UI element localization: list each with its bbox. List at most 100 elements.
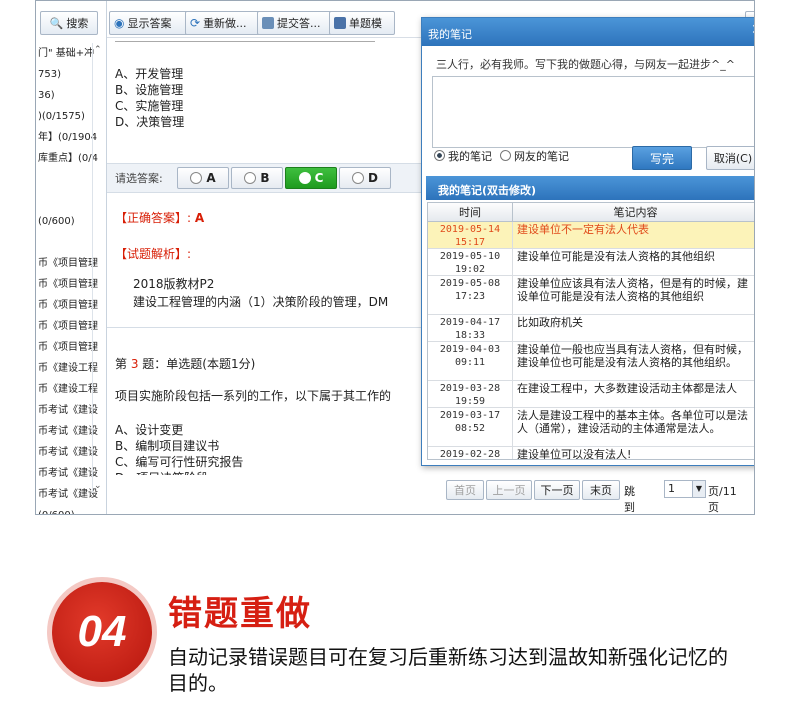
question-3-stem: 项目实施阶段包括一系列的工作，以下属于其工作的 xyxy=(115,389,392,403)
note-time: 19:59 xyxy=(454,396,486,407)
scroll-down-icon[interactable]: ⌄ xyxy=(94,481,102,491)
feature-description: 自动记录错误题目可在复习后重新练习达到温故知新强化记忆的目的。 xyxy=(168,645,728,695)
table-body: 2019-05-14 15:17 建设单位不一定有法人代表 2019-05-10 19:… xyxy=(428,222,754,460)
note-date: 2019-05-08 xyxy=(439,278,501,289)
table-row[interactable]: 2019-05-10 19:02 建设单位可能是没有法人资格的其他组织 xyxy=(428,249,754,276)
radio-icon xyxy=(500,150,511,161)
note-date: 2019-03-17 xyxy=(439,410,501,421)
radio-icon xyxy=(190,172,203,184)
note-date: 2019-03-28 xyxy=(439,383,501,394)
page-total: 页/11页 xyxy=(708,485,737,514)
radio-selected-icon xyxy=(298,172,311,184)
radio-others-notes[interactable]: 网友的笔记 xyxy=(500,148,569,164)
note-date: 2019-04-03 xyxy=(439,344,501,355)
badge-number: 04 xyxy=(77,607,127,656)
search-label: 搜索 xyxy=(66,17,89,30)
notes-list-title: 我的笔记(双击修改) xyxy=(426,176,754,200)
note-text: 建设单位可以没有法人! xyxy=(517,448,632,460)
q3-option-d[interactable]: D、项目决策阶段 xyxy=(115,469,208,475)
redo-button[interactable]: ⟳ 重新做... xyxy=(185,11,261,35)
q3-option-a[interactable]: A、设计变更 xyxy=(115,421,183,438)
search-button[interactable]: 🔍 搜索 xyxy=(40,11,98,35)
close-icon[interactable]: ✕ xyxy=(750,23,754,37)
col-content: 笔记内容 xyxy=(613,206,658,219)
prev-page-button[interactable]: 上一页 xyxy=(486,480,532,500)
note-textarea[interactable] xyxy=(432,76,754,148)
table-header: 时间 笔记内容 xyxy=(428,203,754,222)
page-select[interactable]: 1 ▼ xyxy=(664,480,706,498)
col-time: 时间 xyxy=(428,203,513,221)
option-d: D、决策管理 xyxy=(115,115,185,129)
first-page-button[interactable]: 首页 xyxy=(446,480,484,500)
left-panel: 🔍 搜索 门" 基础+冲 753) 36))(0/1575) 年】(0/1904 库重点… xyxy=(36,1,107,514)
tree-item[interactable]: (0/600) xyxy=(36,505,102,514)
note-timestamp: 2019-05-14 15:17 xyxy=(428,222,513,248)
dialog-title: 我的笔记 xyxy=(428,28,472,41)
submit-button[interactable]: 提交答... xyxy=(257,11,333,35)
answer-d-button[interactable]: D xyxy=(339,167,391,189)
note-timestamp: 2019-05-08 17:23 xyxy=(428,276,513,314)
note-timestamp: 2019-04-17 18:33 xyxy=(428,315,513,341)
option-a: A、开发管理 xyxy=(115,67,184,81)
q3-option-b[interactable]: B、编制项目建议书 xyxy=(115,437,219,454)
note-text: 在建设工程中，大多数建设活动主体都是法人 xyxy=(517,382,737,395)
show-answer-button[interactable]: ◉ 显示答案 xyxy=(109,11,189,35)
note-date: 2019-05-14 xyxy=(439,224,501,235)
single-mode-button[interactable]: 单题模 xyxy=(329,11,395,35)
note-time: 09:11 xyxy=(454,357,486,368)
jump-label: 跳到第 xyxy=(624,485,635,514)
notes-table: 时间 笔记内容 2019-05-14 15:17 建设单位不一定有法人代表 2019-… xyxy=(427,202,754,460)
table-row[interactable]: 2019-02-28 建设单位可以没有法人! xyxy=(428,447,754,460)
note-date: 2019-04-17 xyxy=(439,317,501,328)
feature-title: 错题重做 xyxy=(168,594,312,634)
question-3-title: 第 3 题：单选题(本题1分) xyxy=(115,357,256,371)
note-time: 19:02 xyxy=(454,264,486,275)
previous-stem-fragment xyxy=(115,37,395,45)
answer-b-button[interactable]: B xyxy=(231,167,283,189)
page-icon xyxy=(334,17,346,29)
note-text: 建设单位应该具有法人资格，但是有的时候，建设单位可能是没有法人资格的其他组织 xyxy=(517,277,748,303)
note-timestamp: 2019-04-03 09:11 xyxy=(428,342,513,380)
dialog-titlebar[interactable]: 我的笔记 ✕ xyxy=(422,18,754,46)
explanation-text: 建设工程管理的内涵（1）决策阶段的管理，DM xyxy=(133,295,389,309)
correct-answer: 【正确答案】: A xyxy=(115,211,205,225)
note-filter: 我的笔记 网友的笔记 xyxy=(434,148,569,164)
last-page-button[interactable]: 末页 xyxy=(582,480,620,500)
answer-a-button[interactable]: A xyxy=(177,167,229,189)
radio-icon xyxy=(244,172,257,184)
answer-label: 请选答案: xyxy=(115,172,163,185)
explanation-source: 2018版教材P2 xyxy=(133,277,215,291)
note-text: 建设单位不一定有法人代表 xyxy=(517,223,649,236)
write-done-button[interactable]: 写完 xyxy=(632,146,692,170)
note-text: 建设单位可能是没有法人资格的其他组织 xyxy=(517,250,715,263)
table-row[interactable]: 2019-04-17 18:33 比如政府机关 xyxy=(428,315,754,342)
note-time: 18:33 xyxy=(454,330,486,341)
app-window: 🔍 搜索 门" 基础+冲 753) 36))(0/1575) 年】(0/1904 库重点… xyxy=(35,0,755,515)
chevron-down-icon[interactable]: ▼ xyxy=(692,481,705,497)
table-row[interactable]: 2019-03-17 08:52 法人是建设工程中的基本主体。各单位可以是法人（通常… xyxy=(428,408,754,447)
document-icon xyxy=(262,17,274,29)
note-date: 2019-02-28 xyxy=(439,449,501,460)
dialog-hint: 三人行，必有我师。写下我的做题心得，与网友一起进步^_^ xyxy=(436,58,735,71)
scroll-up-icon[interactable]: ⌃ xyxy=(94,45,102,55)
answer-c-button[interactable]: C xyxy=(285,167,337,189)
table-row[interactable]: 2019-05-14 15:17 建设单位不一定有法人代表 xyxy=(428,222,754,249)
cancel-button[interactable]: 取消(C) xyxy=(706,146,754,170)
note-date: 2019-05-10 xyxy=(439,251,501,262)
q3-option-c[interactable]: C、编写可行性研究报告 xyxy=(115,453,243,470)
radio-selected-icon xyxy=(434,150,445,161)
radio-my-notes[interactable]: 我的笔记 xyxy=(434,148,492,164)
note-timestamp: 2019-02-28 xyxy=(428,447,513,460)
option-b: B、设施管理 xyxy=(115,83,184,97)
note-time: 15:17 xyxy=(454,237,486,248)
table-row[interactable]: 2019-04-03 09:11 建设单位一般也应当具有法人资格，但有时候，建设单位… xyxy=(428,342,754,381)
table-row[interactable]: 2019-03-28 19:59 在建设工程中，大多数建设活动主体都是法人 xyxy=(428,381,754,408)
next-page-button[interactable]: 下一页 xyxy=(534,480,580,500)
refresh-icon: ⟳ xyxy=(190,16,201,30)
left-scrollbar[interactable]: ⌃ ⌄ xyxy=(92,43,105,493)
note-text: 建设单位一般也应当具有法人资格，但有时候，建设单位也可能是没有法人资格的其他组织… xyxy=(517,343,748,369)
note-text: 比如政府机关 xyxy=(517,316,583,329)
option-c: C、实施管理 xyxy=(115,99,184,113)
table-row[interactable]: 2019-05-08 17:23 建设单位应该具有法人资格，但是有的时候，建设单位可… xyxy=(428,276,754,315)
note-text: 法人是建设工程中的基本主体。各单位可以是法人（通常），建设活动的主体通常是法人。 xyxy=(517,409,748,435)
